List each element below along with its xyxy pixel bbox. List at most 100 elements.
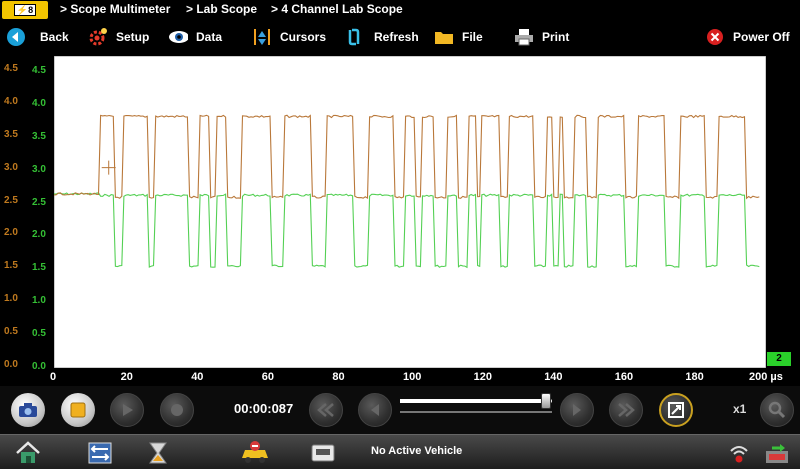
- cursors-label: Cursors: [280, 29, 327, 44]
- y-label-green: 0.5: [32, 327, 46, 339]
- magnifier-icon: [768, 401, 786, 419]
- taskbar: No Active Vehicle: [0, 434, 800, 469]
- file-label: File: [462, 29, 483, 44]
- zoom-fit-icon: [668, 402, 684, 418]
- vehicle-scan-icon: [242, 440, 268, 463]
- refresh-button[interactable]: Refresh: [344, 20, 419, 53]
- y-label-orange: 4.0: [4, 95, 18, 107]
- y-label-orange: 3.0: [4, 161, 18, 173]
- playback-controls: 00:00:087 x1: [0, 386, 800, 434]
- taskbar-vehicle-scan[interactable]: [230, 437, 280, 468]
- record-icon: [171, 404, 183, 416]
- printer-icon: [514, 27, 534, 47]
- y-label-orange: 1.5: [4, 260, 18, 272]
- y-label-green: 4.0: [32, 97, 46, 109]
- back-button[interactable]: Back: [6, 20, 69, 53]
- step-back-button[interactable]: [358, 393, 392, 427]
- y-label-green: 2.5: [32, 196, 46, 208]
- magnify-button[interactable]: [760, 393, 794, 427]
- y-label-green: 1.5: [32, 262, 46, 274]
- power-off-icon: [705, 27, 725, 47]
- chevron-right-icon: [573, 404, 581, 416]
- power-off-button[interactable]: Power Off: [705, 20, 790, 53]
- hourglass-tools-icon: [149, 442, 167, 463]
- x-tick-label: 160: [614, 371, 634, 383]
- record-button[interactable]: [160, 393, 194, 427]
- taskbar-home[interactable]: [8, 437, 48, 468]
- x-tick-label: 20: [120, 371, 133, 383]
- taskbar-split-view[interactable]: [80, 437, 120, 468]
- x-tick-label: 80: [332, 371, 345, 383]
- stop-button[interactable]: [61, 393, 95, 427]
- data-label: Data: [196, 29, 223, 44]
- y-label-orange: 3.5: [4, 128, 18, 140]
- setup-label: Setup: [116, 29, 150, 44]
- file-button[interactable]: File: [434, 20, 483, 53]
- playback-slider-handle[interactable]: [540, 393, 551, 409]
- y-label-orange: 0.0: [4, 358, 18, 370]
- x-tick-label: 60: [261, 371, 275, 383]
- x-tick-label: 40: [191, 371, 204, 383]
- taskbar-wireless[interactable]: [722, 437, 756, 468]
- x-tick-label: 120: [473, 371, 492, 383]
- cursors-icon: [252, 27, 272, 47]
- play-button[interactable]: [110, 393, 144, 427]
- y-label-orange: 2.0: [4, 227, 18, 239]
- x-axis-labels: 0 20 40 60 80 100 120 140 160 180 200 µs: [0, 370, 800, 386]
- trigger-crosshair[interactable]: [101, 160, 116, 175]
- breadcrumb-bar: ⚡8 > Scope Multimeter > Lab Scope > 4 Ch…: [0, 0, 800, 20]
- chevron-left-icon: [371, 404, 379, 416]
- vehicle-id-icon: [311, 444, 335, 461]
- taskbar-usb[interactable]: [760, 437, 794, 468]
- play-icon: [123, 404, 133, 416]
- y-label-orange: 2.5: [4, 194, 18, 206]
- skip-forward-button[interactable]: [609, 393, 643, 427]
- setup-button[interactable]: Setup: [88, 20, 149, 53]
- taskbar-tools[interactable]: [138, 437, 178, 468]
- y-label-green: 4.5: [32, 65, 46, 77]
- zoom-fit-button[interactable]: [659, 393, 693, 427]
- y-label-orange: 1.0: [4, 293, 18, 305]
- split-view-icon: [88, 442, 112, 463]
- trace-green: [54, 192, 760, 269]
- camera-icon: [19, 403, 37, 417]
- usb-connection-icon: [766, 443, 788, 463]
- y-label-green: 1.0: [32, 295, 46, 307]
- breadcrumb-lab-scope[interactable]: > Lab Scope: [186, 2, 257, 16]
- y-label-green: 3.0: [32, 163, 46, 175]
- camera-button[interactable]: [11, 393, 45, 427]
- cursors-button[interactable]: Cursors: [252, 20, 326, 53]
- refresh-label: Refresh: [374, 29, 419, 44]
- breadcrumb-4-channel-lab-scope: > 4 Channel Lab Scope: [271, 2, 403, 16]
- wireless-icon: [730, 445, 748, 462]
- waveform-canvas[interactable]: [54, 56, 766, 368]
- y-label-green: 2.0: [32, 229, 46, 241]
- step-forward-button[interactable]: [560, 393, 594, 427]
- x-tick-label: 140: [544, 371, 563, 383]
- print-label: Print: [542, 29, 570, 44]
- active-vehicle-status: No Active Vehicle: [371, 445, 463, 457]
- playback-slider-track: [400, 411, 552, 413]
- taskbar-vehicle-id[interactable]: [303, 437, 343, 468]
- back-arrow-icon: [6, 27, 26, 47]
- y-label-green: 3.5: [32, 130, 46, 142]
- scope-home-badge-icon[interactable]: ⚡8: [2, 1, 48, 19]
- data-button[interactable]: Data: [168, 20, 222, 53]
- trace-orange: [54, 114, 760, 200]
- y-label-orange: 4.5: [4, 63, 18, 75]
- playback-slider-fill: [400, 399, 546, 403]
- skip-back-button[interactable]: [309, 393, 343, 427]
- double-chevron-left-icon: [317, 403, 334, 417]
- x-tick-label: 100: [403, 371, 422, 383]
- elapsed-time: 00:00:087: [234, 401, 294, 416]
- channel-badge[interactable]: 2: [767, 352, 791, 366]
- print-button[interactable]: Print: [514, 20, 569, 53]
- power-off-label: Power Off: [733, 29, 790, 44]
- folder-icon: [434, 27, 454, 47]
- back-label: Back: [40, 29, 69, 44]
- double-chevron-right-icon: [618, 403, 635, 417]
- x-tick-label: 180: [685, 371, 704, 383]
- x-tick-label: 0: [50, 371, 57, 383]
- breadcrumb-scope-multimeter[interactable]: > Scope Multimeter: [60, 2, 170, 16]
- plot-frame: [54, 56, 766, 368]
